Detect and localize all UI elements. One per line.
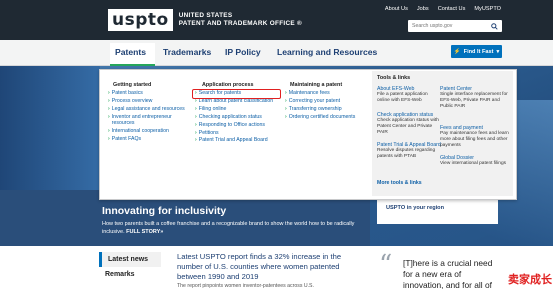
- chevron-right-icon: ›: [195, 129, 197, 136]
- bolt-icon: ⚡: [453, 48, 461, 55]
- getting-started-list: › Patent basics › Process overview › Legal …: [108, 90, 193, 144]
- chevron-right-icon: ›: [285, 105, 287, 112]
- tool-global-dossier: Global Dossier View international patent…: [440, 155, 510, 167]
- chevron-right-icon: ›: [108, 128, 110, 135]
- tool-patent-center-desc: Single interface replacement for EFS-Web…: [440, 92, 508, 109]
- chevron-right-icon: ›: [108, 105, 110, 112]
- chevron-right-icon: ›: [285, 97, 287, 104]
- menu-item-international-cooperation[interactable]: › International cooperation: [108, 128, 193, 136]
- chevron-right-icon: ›: [108, 90, 110, 96]
- chevron-down-icon: ▾: [496, 48, 500, 55]
- chevron-right-icon: ›: [108, 97, 110, 104]
- tools-heading: Tools & links: [377, 75, 411, 81]
- search-box: [408, 20, 502, 32]
- link-myuspto[interactable]: MyUSPTO: [474, 6, 501, 12]
- chevron-right-icon: ›: [195, 97, 197, 104]
- tab-latest-news[interactable]: Latest news: [99, 252, 161, 267]
- chevron-right-icon: ›: [108, 113, 110, 120]
- maintaining-heading: Maintaining a patent: [290, 82, 343, 88]
- logo-org-line1: UNITED STATES: [178, 12, 233, 19]
- search-input[interactable]: [408, 23, 488, 29]
- menu-item-petitions[interactable]: › Petitions: [195, 130, 290, 138]
- menu-item-process-overview[interactable]: › Process overview: [108, 98, 193, 106]
- menu-item-checking-status[interactable]: › Checking application status: [195, 114, 290, 122]
- link-contact-us[interactable]: Contact Us: [438, 6, 466, 12]
- tool-check-status: Check application status Check applicati…: [377, 112, 441, 136]
- more-tools-link[interactable]: More tools & links: [377, 180, 422, 186]
- highlight-box: [192, 89, 281, 99]
- menu-item-legal-assistance[interactable]: › Legal assistance and resources: [108, 106, 193, 114]
- menu-item-inventor-resources[interactable]: › Inventor and entrepreneur resources: [108, 114, 193, 127]
- chevron-right-icon: ›: [195, 137, 197, 144]
- registered-mark: ®: [297, 20, 303, 27]
- tool-check-status-desc: Check application status with Patent Cen…: [377, 118, 439, 135]
- watermark: 卖家成长: [508, 274, 552, 286]
- link-about-us[interactable]: About Us: [385, 6, 408, 12]
- nav-patents[interactable]: Patents: [115, 47, 146, 57]
- tab-remarks[interactable]: Remarks: [99, 267, 161, 282]
- news-headline[interactable]: Latest USPTO report finds a 32% increase…: [177, 252, 367, 282]
- tool-efs-web-desc: File a patent application online with EF…: [377, 92, 428, 103]
- chevron-right-icon: ›: [108, 136, 110, 143]
- tool-patent-center: Patent Center Single interface replaceme…: [440, 86, 510, 110]
- menu-item-maintenance-fees[interactable]: › Maintenance fees: [285, 90, 370, 98]
- nav-ip-policy[interactable]: IP Policy: [225, 47, 261, 57]
- chevron-right-icon: ›: [195, 121, 197, 128]
- tool-ptab: Patent Trial & Appeal Board Resolve disp…: [377, 142, 441, 160]
- getting-started-heading: Getting started: [113, 82, 152, 88]
- menu-item-correcting-patent[interactable]: › Correcting your patent: [285, 98, 370, 106]
- news-tabs: Latest news Remarks: [99, 252, 161, 282]
- logo-org-line2: PATENT AND TRADEMARK OFFICE: [178, 20, 295, 27]
- tool-fees-desc: Pay maintenance fees and learn more abou…: [440, 131, 509, 148]
- region-card[interactable]: USPTO in your region: [377, 197, 498, 224]
- chevron-right-icon: ›: [285, 90, 287, 96]
- chevron-right-icon: ›: [195, 105, 197, 112]
- menu-item-patent-faqs[interactable]: › Patent FAQs: [108, 136, 193, 144]
- news-summary: The report pinpoints women inventor-pate…: [177, 283, 314, 289]
- menu-item-ptab[interactable]: › Patent Trial and Appeal Board: [195, 137, 290, 145]
- application-process-heading: Application process: [202, 82, 254, 88]
- full-story-link[interactable]: FULL STORY»: [126, 229, 163, 235]
- uspto-logo[interactable]: uspto UNITED STATES PATENT AND TRADEMARK…: [108, 7, 302, 33]
- tool-efs-web: About EFS-Web File a patent application …: [377, 86, 441, 104]
- find-it-fast-button[interactable]: ⚡ Find It Fast ▾: [451, 45, 502, 58]
- menu-item-filing-online[interactable]: › Filing online: [195, 106, 290, 114]
- search-icon[interactable]: [488, 20, 500, 32]
- find-it-fast-label: Find It Fast: [463, 48, 494, 55]
- quote-mark: “: [379, 250, 393, 280]
- menu-item-transferring-ownership[interactable]: › Transferring ownership: [285, 106, 370, 114]
- nav-learning-resources[interactable]: Learning and Resources: [277, 47, 377, 57]
- menu-item-patent-basics[interactable]: › Patent basics: [108, 90, 193, 98]
- menu-item-patent-classification[interactable]: › Learn about patent classification: [195, 98, 290, 106]
- region-card-label: USPTO in your region: [386, 205, 445, 211]
- quote-text: [T]here is a crucial need for a new era …: [403, 258, 493, 290]
- utility-links: About Us Jobs Contact Us MyUSPTO: [385, 6, 501, 12]
- tool-fees: Fees and payment Pay maintenance fees an…: [440, 125, 510, 149]
- link-jobs[interactable]: Jobs: [417, 6, 429, 12]
- logo-org-name: UNITED STATES PATENT AND TRADEMARK OFFIC…: [179, 12, 302, 28]
- hero-title: Innovating for inclusivity: [102, 205, 227, 217]
- nav-trademarks[interactable]: Trademarks: [163, 47, 211, 57]
- chevron-right-icon: ›: [195, 113, 197, 120]
- menu-item-certified-documents[interactable]: › Ordering certified documents: [285, 114, 370, 122]
- maintaining-list: › Maintenance fees › Correcting your paten…: [285, 90, 370, 122]
- logo-wordmark: uspto: [108, 9, 173, 31]
- chevron-right-icon: ›: [285, 113, 287, 120]
- menu-item-office-actions[interactable]: › Responding to Office actions: [195, 122, 290, 130]
- hero-description: How two parents built a coffee franchise…: [102, 220, 372, 236]
- tool-global-dossier-desc: View international patent filings: [440, 161, 507, 166]
- tool-ptab-desc: Resolve disputes regarding patents with …: [377, 148, 436, 159]
